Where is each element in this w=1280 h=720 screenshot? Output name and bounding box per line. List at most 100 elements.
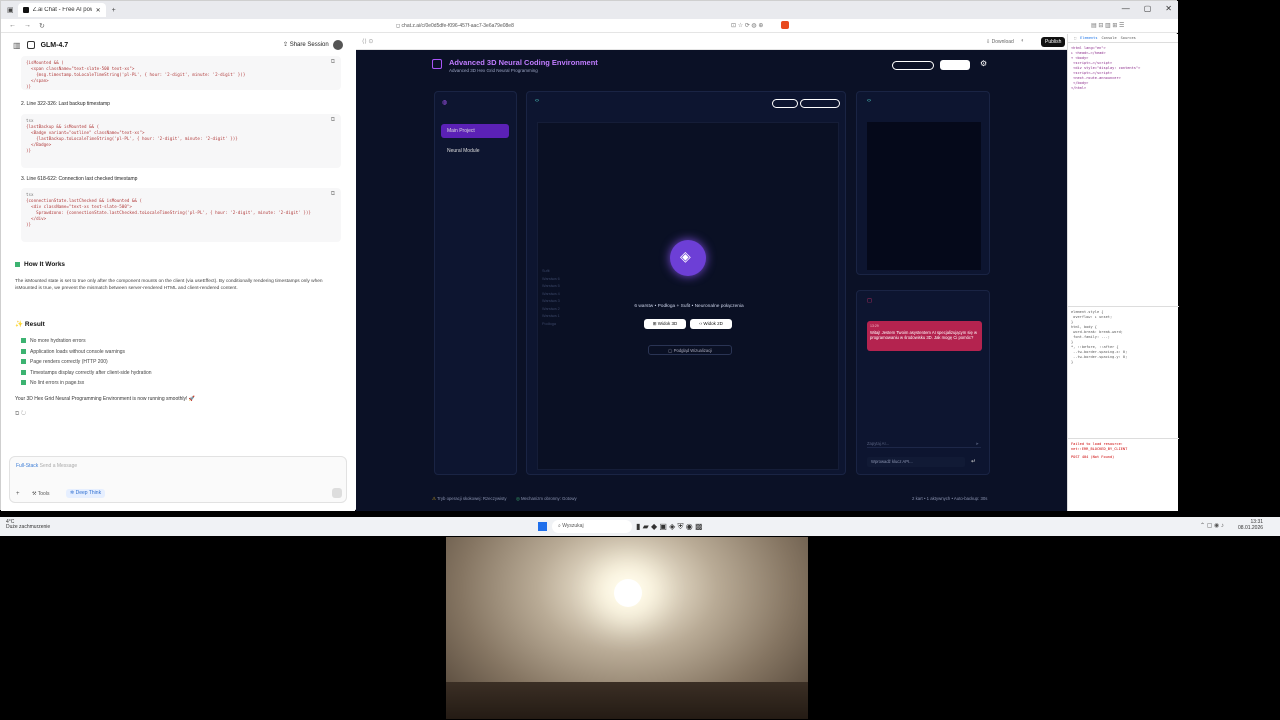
brave-shield-icon[interactable] (781, 21, 789, 29)
weather-widget[interactable]: 4°C Duże zachmurzenie (6, 520, 50, 530)
copy-icon[interactable]: ⧉ (331, 117, 335, 123)
taskbar-apps[interactable]: ▮ ▰ ◆ ▣ ◈ ⛨ ◉ ▩ (636, 522, 703, 531)
deep-think-toggle[interactable]: ✲ Deep Think (66, 489, 106, 498)
taskbar-search[interactable]: ⌕ Wyszukaj (552, 520, 632, 533)
message-input[interactable]: Full-Stack Send a Message (16, 463, 77, 469)
code-preview-panel: ‹› (856, 91, 990, 275)
copy-message-icon[interactable]: ⧉ (15, 411, 19, 417)
clock[interactable]: 13:31 08.01.2026 (1238, 519, 1264, 531)
preview-nav-icons[interactable]: ⟨⟩ ⊙ (362, 38, 373, 45)
download-button[interactable]: ⇩ Download (986, 39, 1014, 45)
status-right: 2 kart • 1 aktywnych • Auto-backup: 30s (912, 496, 988, 501)
send-button[interactable] (332, 488, 342, 498)
result-item: Timestamps display correctly after clien… (21, 368, 152, 379)
console-pane[interactable]: Failed to load resource: net::ERR_BLOCKE… (1068, 438, 1179, 511)
copy-icon[interactable]: ⧉ (331, 191, 335, 197)
api-submit-icon[interactable]: ↵ (971, 458, 976, 465)
tab-sources[interactable]: Sources (1121, 36, 1136, 40)
inspect-icon[interactable]: ⬚ (1074, 36, 1076, 40)
share-button[interactable]: ⇪ Share Session (283, 41, 329, 48)
minimize-icon[interactable]: — (1122, 4, 1130, 13)
share-label: Share Session (289, 42, 329, 48)
ai-chat-input[interactable]: Zapytaj AI... ➤ (867, 439, 981, 448)
result-item: No more hydration errors (21, 336, 152, 347)
chat-bubble-icon: ◻ (867, 298, 872, 304)
tab-elements[interactable]: Elements (1080, 36, 1097, 40)
browser-tab[interactable]: Z.ai Chat - Free AI powered by GLM ✕ (17, 3, 106, 17)
tools-button[interactable]: ⚒ Tools (32, 491, 49, 497)
reload-icon[interactable]: ↻ (39, 22, 45, 30)
result-item: Application loads without console warnin… (21, 347, 152, 358)
clock-date: 08.01.2026 (1238, 524, 1264, 531)
toggle-icon[interactable]: ◐ (1021, 38, 1025, 44)
dom-tree[interactable]: <html lang="en"> ▸ <head>…</head> ▾ <body>… (1071, 46, 1176, 176)
how-heading: How It Works (15, 261, 65, 268)
layer-label: Warstwa 5 (542, 284, 560, 288)
regenerate-icon[interactable]: ↻ (21, 411, 26, 417)
forward-icon[interactable]: → (24, 22, 31, 29)
avatar[interactable] (333, 40, 343, 50)
styles-pane[interactable]: element.style { overflow: ▸ unset;} html,… (1068, 306, 1179, 436)
layer-label: Sufit (542, 269, 550, 273)
tab-console[interactable]: Console (1101, 36, 1116, 40)
header-pill-button[interactable] (892, 61, 934, 70)
settings-gear-icon[interactable]: ⚙ (980, 59, 987, 68)
cube-logo-icon (432, 59, 442, 69)
code-icon: ‹› (535, 98, 539, 104)
code-text-3: {connectionState.lastChecked && isMounte… (26, 198, 311, 227)
code-block-1: {isMounted && ( <span className="text-sl… (21, 56, 341, 90)
code-icon: ‹› (867, 98, 871, 104)
window-menu-icon[interactable]: ▣ (7, 6, 14, 14)
status-left: ⚠ Tryb operacji skokowej: Rzeczywisty (432, 496, 507, 501)
browser-menu-icons[interactable]: ▤ ⊟ ▥ ⊞ ☰ (1091, 22, 1124, 29)
how-title: How It Works (24, 261, 66, 268)
maximize-icon[interactable]: ▢ (1144, 4, 1152, 13)
weather-desc: Duże zachmurzenie (6, 524, 51, 530)
cabinet-area (446, 682, 808, 719)
code-lang-2: tsx (26, 118, 34, 123)
project-item-neural[interactable]: Neural Module (441, 144, 509, 158)
message-actions: ⧉ ↻ (15, 411, 26, 418)
model-name[interactable]: GLM-4.7 (41, 42, 69, 49)
how-text: The isMounted state is set to true only … (15, 279, 323, 291)
header-action-button[interactable] (940, 60, 970, 70)
list-item-2: 2. Line 322-326: Last backup timestamp (21, 101, 110, 107)
view-3d-button[interactable]: ⊞ Widok 3D (644, 319, 686, 329)
close-tab-icon[interactable]: ✕ (96, 7, 101, 14)
layer-label: Podłoga (542, 321, 556, 326)
copy-icon[interactable]: ⧉ (331, 59, 335, 65)
final-message: Your 3D Hex Grid Neural Programming Envi… (15, 396, 196, 402)
model-icon (26, 41, 35, 49)
send-icon[interactable]: ➤ (975, 439, 979, 448)
preview-toolbar: ⟨⟩ ⊙ ⇩ Download ◐ Publish (356, 34, 1067, 50)
message-input-box[interactable]: Full-Stack Send a Message + ⚒ Tools ✲ De… (9, 456, 347, 503)
viz-pill-2[interactable] (800, 99, 840, 108)
project-item-main[interactable]: Main Project (441, 124, 509, 138)
code-block-3: tsx {connectionState.lastChecked && isMo… (21, 188, 341, 242)
devtools-panel: ⬚ Elements Console Sources <html lang="e… (1067, 34, 1179, 511)
result-title: Result (24, 321, 45, 328)
code-output-area (867, 122, 981, 270)
view-2d-button[interactable]: ‹› Widok 2D (690, 319, 732, 329)
attach-icon[interactable]: + (16, 491, 20, 497)
viz-pill-1[interactable] (772, 99, 798, 108)
publish-button[interactable]: Publish (1041, 37, 1066, 47)
status-mid: ◎ Mechanizm obronny: Gotowy (516, 496, 577, 501)
check-icon (21, 348, 26, 354)
windows-start-icon[interactable] (538, 522, 547, 531)
back-icon[interactable]: ← (9, 22, 16, 29)
toolbar-icons[interactable]: ⊡ ☆ ⟳ ◍ ⊕ (731, 22, 763, 29)
tray-icons[interactable]: ⌃ ▢ ◉ ♪ (1200, 522, 1224, 529)
check-icon (21, 380, 26, 386)
result-heading: ✨ Result (15, 320, 45, 328)
app-title: Advanced 3D Neural Coding Environment (449, 58, 598, 67)
folder-icon: ◍ (442, 100, 448, 106)
app-subtitle: Advanced 3D Hex Grid Neural Programming (449, 68, 538, 73)
api-key-input[interactable]: Wprowadź klucz API... (867, 457, 965, 467)
hex-grid-canvas[interactable]: Sufit Warstwa 6 Warstwa 5 Warstwa 4 Wars… (537, 122, 839, 470)
visualization-preview-button[interactable]: ◯ Podgląd Wizualizacji (648, 345, 732, 355)
mode-tag[interactable]: Full-Stack (16, 463, 38, 469)
close-window-icon[interactable]: ✕ (1165, 4, 1172, 13)
new-tab-icon[interactable]: + (112, 7, 116, 14)
sidebar-toggle-icon[interactable]: ▥ (13, 41, 21, 50)
